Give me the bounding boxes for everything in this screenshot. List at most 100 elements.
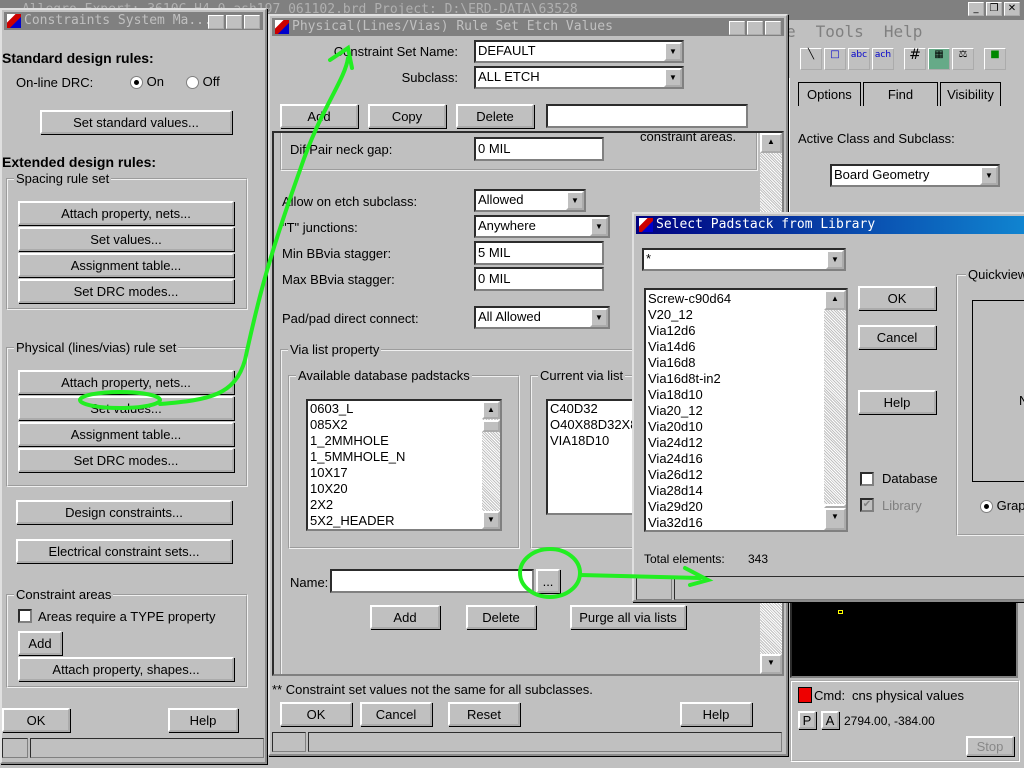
list-item[interactable]: 1_5MMHOLE_N [308, 449, 500, 465]
change-text-icon[interactable]: ach [872, 48, 894, 70]
list-item[interactable]: V20_12 [646, 307, 846, 323]
spacing-set-values-button[interactable]: Set values... [18, 227, 234, 251]
areas-add-button[interactable]: Add [18, 631, 62, 655]
allow-etch-select[interactable]: Allowed ▼ [474, 189, 586, 212]
design-canvas[interactable] [790, 600, 1018, 678]
physical-attach-button[interactable]: Attach property, nets... [18, 370, 234, 394]
list-item[interactable]: 0603_L [308, 401, 500, 417]
spacing-attach-button[interactable]: Attach property, nets... [18, 201, 234, 225]
scrollbar[interactable]: ▲ ▼ [482, 401, 500, 529]
tab-find[interactable]: Find [862, 82, 939, 106]
scroll-down-icon[interactable]: ▼ [824, 508, 846, 530]
chevron-down-icon[interactable]: ▼ [664, 42, 682, 61]
ok-button[interactable]: OK [2, 708, 70, 732]
t-junctions-select[interactable]: Anywhere ▼ [474, 215, 610, 238]
list-item[interactable]: 1_2MMHOLE [308, 433, 500, 449]
set-name-select[interactable]: DEFAULT ▼ [474, 40, 684, 63]
minimize-button[interactable]: _ [208, 15, 224, 29]
design-constraints-button[interactable]: Design constraints... [16, 500, 232, 524]
list-item[interactable]: Via20_12 [646, 403, 846, 419]
list-item[interactable]: Via14d6 [646, 339, 846, 355]
list-item[interactable]: Via28d14 [646, 483, 846, 499]
scroll-up-icon[interactable]: ▲ [482, 401, 500, 419]
padpad-select[interactable]: All Allowed ▼ [474, 306, 610, 329]
reset-button[interactable]: Reset [448, 702, 520, 726]
list-item[interactable]: Screw-c90d64 [646, 291, 846, 307]
scroll-down-icon[interactable]: ▼ [760, 654, 782, 674]
scrollbar[interactable]: ▲ ▼ [824, 290, 846, 530]
cancel-button[interactable]: Cancel [360, 702, 432, 726]
list-item[interactable]: Via16d8t-in2 [646, 371, 846, 387]
chevron-down-icon[interactable]: ▼ [980, 166, 998, 185]
help-button[interactable]: Help [168, 708, 238, 732]
chevron-down-icon[interactable]: ▼ [590, 308, 608, 327]
available-padstacks-list[interactable]: 0603_L 085X2 1_2MMHOLE 1_5MMHOLE_N 10X17 10X2… [306, 399, 502, 531]
close-button[interactable]: ✕ [765, 21, 781, 35]
scroll-up-icon[interactable]: ▲ [824, 290, 846, 310]
browse-button[interactable]: ... [536, 569, 560, 593]
chevron-down-icon[interactable]: ▼ [826, 250, 844, 269]
a-button[interactable]: A [821, 711, 839, 729]
list-item[interactable]: Via24d16 [646, 451, 846, 467]
menu-help[interactable]: Help [884, 22, 923, 41]
line-tool-icon[interactable]: ╲ [800, 48, 822, 70]
scroll-thumb[interactable] [482, 420, 500, 432]
delete-set-button[interactable]: Delete [456, 104, 534, 128]
drc-off-radio[interactable]: Off [186, 74, 220, 90]
drc-on-radio[interactable]: On [130, 74, 164, 90]
padstack-filter-select[interactable]: * ▼ [642, 248, 846, 271]
new-set-name-input[interactable] [546, 104, 748, 128]
via-delete-button[interactable]: Delete [466, 605, 536, 629]
scale-icon[interactable]: ⚖ [952, 48, 974, 70]
close-button[interactable]: ✕ [244, 15, 260, 29]
subclass-select[interactable]: ALL ETCH ▼ [474, 66, 684, 89]
min-bbvia-input[interactable]: 5 MIL [474, 241, 604, 265]
p-button[interactable]: P [798, 711, 816, 729]
chevron-down-icon[interactable]: ▼ [566, 191, 584, 210]
via-name-input[interactable] [330, 569, 534, 593]
list-item[interactable]: Via24d12 [646, 435, 846, 451]
maximize-button[interactable]: □ [226, 15, 242, 29]
restore-button[interactable]: ❐ [986, 2, 1002, 16]
database-checkbox[interactable] [860, 472, 874, 486]
help-button[interactable]: Help [680, 702, 752, 726]
set-standard-values-button[interactable]: Set standard values... [40, 110, 232, 134]
list-item[interactable]: Via20d10 [646, 419, 846, 435]
list-item[interactable]: Via12d6 [646, 323, 846, 339]
spacing-drc-modes-button[interactable]: Set DRC modes... [18, 279, 234, 303]
physical-assignment-button[interactable]: Assignment table... [18, 422, 234, 446]
menu-tools[interactable]: Tools [816, 22, 864, 41]
list-item[interactable]: 2X2 [308, 497, 500, 513]
list-item[interactable]: Via18d10 [646, 387, 846, 403]
rect-tool-icon[interactable]: □ [824, 48, 846, 70]
list-item[interactable]: 10X17 [308, 465, 500, 481]
library-checkbox[interactable]: ✔ [860, 498, 874, 512]
physical-drc-modes-button[interactable]: Set DRC modes... [18, 448, 234, 472]
chevron-down-icon[interactable]: ▼ [664, 68, 682, 87]
copy-set-button[interactable]: Copy [368, 104, 446, 128]
attach-shapes-button[interactable]: Attach property, shapes... [18, 657, 234, 681]
minimize-button[interactable]: _ [729, 21, 745, 35]
tab-options[interactable]: Options [798, 82, 861, 106]
list-item[interactable]: Via26d12 [646, 467, 846, 483]
tab-visibility[interactable]: Visibility [940, 82, 1001, 106]
scroll-up-icon[interactable]: ▲ [760, 133, 782, 153]
physical-set-values-button[interactable]: Set values... [18, 396, 234, 420]
via-add-button[interactable]: Add [370, 605, 440, 629]
cancel-button[interactable]: Cancel [858, 325, 936, 349]
diffpair-input[interactable]: 0 MIL [474, 137, 604, 161]
minimize-button[interactable]: _ [968, 2, 984, 16]
stop-button[interactable]: Stop [966, 736, 1014, 756]
chevron-down-icon[interactable]: ▼ [590, 217, 608, 236]
list-item[interactable]: 085X2 [308, 417, 500, 433]
list-item[interactable]: 10X20 [308, 481, 500, 497]
electrical-constraint-sets-button[interactable]: Electrical constraint sets... [16, 539, 232, 563]
max-bbvia-input[interactable]: 0 MIL [474, 267, 604, 291]
list-item[interactable]: 5X2_HEADER [308, 513, 500, 529]
padstack-list[interactable]: Screw-c90d64 V20_12 Via12d6 Via14d6 Via16d8 V… [644, 288, 848, 532]
list-item[interactable]: Via32d16 [646, 515, 846, 530]
spacing-assignment-button[interactable]: Assignment table... [18, 253, 234, 277]
areas-type-checkbox[interactable] [18, 609, 32, 623]
component-icon[interactable]: ■ [984, 48, 1006, 70]
ok-button[interactable]: OK [280, 702, 352, 726]
